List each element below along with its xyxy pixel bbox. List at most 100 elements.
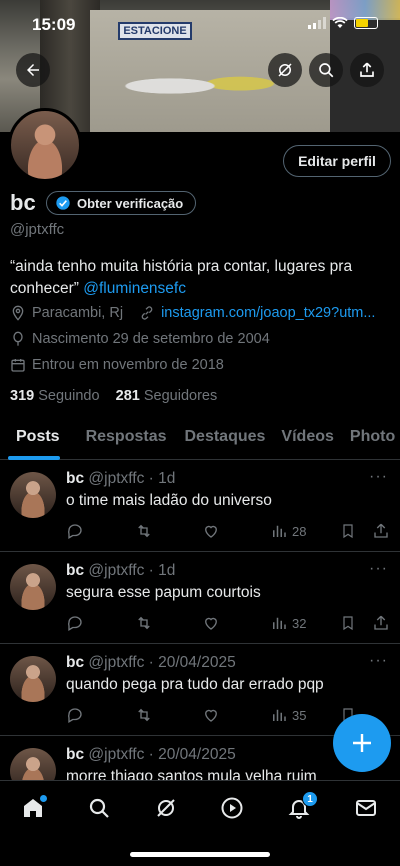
calendar-icon bbox=[11, 359, 25, 372]
repost-button[interactable] bbox=[134, 614, 154, 632]
repost-button[interactable] bbox=[134, 706, 154, 724]
heart-icon bbox=[205, 617, 217, 630]
heart-icon bbox=[205, 525, 217, 538]
post-item[interactable]: bc @jptxffc · 1d ··· segura esse papum c… bbox=[0, 552, 400, 644]
tab-videos[interactable]: Vídeos bbox=[273, 420, 341, 459]
share-post-button[interactable] bbox=[372, 522, 390, 540]
views-button[interactable]: 28 bbox=[270, 522, 306, 540]
views-count: 28 bbox=[292, 523, 307, 539]
analytics-icon bbox=[273, 525, 286, 537]
nav-grok[interactable] bbox=[149, 793, 183, 823]
profile-bio: “ainda tenho muita história pra contar, … bbox=[10, 256, 390, 300]
bookmark-icon bbox=[343, 616, 353, 631]
views-button[interactable]: 35 bbox=[270, 706, 306, 724]
play-icon bbox=[221, 797, 243, 819]
post-text: quando pega pra tudo dar errado pqp bbox=[66, 676, 324, 693]
share-post-button[interactable] bbox=[372, 614, 390, 632]
bio-mention-link[interactable]: @fluminensefc bbox=[83, 280, 186, 297]
reply-button[interactable] bbox=[66, 706, 84, 724]
grok-icon bbox=[278, 63, 292, 77]
tab-replies[interactable]: Respostas bbox=[78, 420, 175, 459]
post-author: bc bbox=[66, 470, 85, 487]
grok-button[interactable] bbox=[268, 53, 302, 87]
website-link[interactable]: instagram.com/joaop_tx29?utm... bbox=[161, 305, 375, 321]
post-avatar[interactable] bbox=[10, 656, 56, 702]
post-meta: @jptxffc · 1d bbox=[88, 562, 176, 579]
post-item[interactable]: bc @jptxffc · 1d ··· o time mais ladão d… bbox=[0, 460, 400, 552]
status-bar: 15:09 bbox=[0, 0, 400, 50]
tab-highlights[interactable]: Destaques bbox=[177, 420, 274, 459]
more-options-icon[interactable]: ··· bbox=[369, 560, 388, 578]
tab-photos[interactable]: Photo bbox=[342, 420, 400, 459]
following-link[interactable]: 319 Seguindo bbox=[10, 388, 100, 404]
post-header: bc @jptxffc · 1d bbox=[66, 562, 175, 580]
followers-count: 281 bbox=[115, 388, 140, 404]
nav-notifications[interactable]: 1 bbox=[282, 791, 318, 823]
get-verified-label: Obter verificação bbox=[77, 195, 184, 211]
post-meta: @jptxffc · 1d bbox=[88, 470, 176, 487]
follow-stats: 319 Seguindo 281 Seguidores bbox=[10, 388, 217, 404]
display-name: bc bbox=[10, 190, 36, 215]
more-options-icon[interactable]: ··· bbox=[369, 652, 388, 670]
joined-text: Entrou em novembro de 2018 bbox=[32, 357, 224, 373]
post-avatar[interactable] bbox=[10, 564, 56, 610]
joined-row: Entrou em novembro de 2018 bbox=[10, 357, 224, 373]
repost-icon bbox=[138, 616, 150, 630]
followers-label: Seguidores bbox=[143, 388, 218, 404]
verified-badge-icon bbox=[56, 196, 70, 210]
get-verified-button[interactable]: Obter verificação bbox=[46, 191, 197, 215]
following-label: Seguindo bbox=[38, 388, 100, 404]
post-meta: @jptxffc · 20/04/2025 bbox=[88, 746, 236, 763]
analytics-icon bbox=[273, 617, 286, 629]
like-button[interactable] bbox=[202, 614, 220, 632]
location-pin-icon bbox=[12, 305, 24, 321]
post-author: bc bbox=[66, 562, 85, 579]
more-options-icon[interactable]: ··· bbox=[369, 468, 388, 486]
post-author: bc bbox=[66, 746, 85, 763]
share-icon bbox=[360, 62, 374, 77]
profile-avatar[interactable] bbox=[8, 108, 82, 182]
back-button[interactable] bbox=[16, 53, 50, 87]
reply-button[interactable] bbox=[66, 614, 84, 632]
birth-text: Nascimento 29 de setembro de 2004 bbox=[32, 331, 270, 347]
notifications-badge: 1 bbox=[302, 791, 318, 807]
status-icons bbox=[308, 17, 378, 29]
reply-icon bbox=[67, 708, 82, 723]
post-header: bc @jptxffc · 1d bbox=[66, 470, 175, 488]
nav-messages[interactable] bbox=[349, 793, 383, 823]
edit-profile-button[interactable]: Editar perfil bbox=[283, 145, 391, 177]
nav-search[interactable] bbox=[82, 793, 116, 823]
like-button[interactable] bbox=[202, 522, 220, 540]
heart-icon bbox=[205, 709, 217, 722]
compose-post-button[interactable] bbox=[333, 714, 391, 772]
repost-button[interactable] bbox=[134, 522, 154, 540]
arrow-left-icon bbox=[27, 64, 39, 76]
bookmark-icon bbox=[343, 524, 353, 539]
tab-posts[interactable]: Posts bbox=[0, 420, 68, 460]
search-icon bbox=[319, 63, 334, 78]
link-icon bbox=[141, 306, 153, 320]
repost-icon bbox=[138, 524, 150, 538]
post-text: segura esse papum courtois bbox=[66, 584, 261, 601]
like-button[interactable] bbox=[202, 706, 220, 724]
post-avatar[interactable] bbox=[10, 472, 56, 518]
balloon-icon bbox=[13, 331, 23, 346]
home-unread-dot bbox=[40, 795, 47, 802]
search-button[interactable] bbox=[309, 53, 343, 87]
search-icon bbox=[89, 798, 109, 818]
nav-home[interactable] bbox=[16, 793, 50, 823]
analytics-icon bbox=[273, 709, 286, 721]
reply-button[interactable] bbox=[66, 522, 84, 540]
reply-icon bbox=[67, 616, 82, 631]
wifi-icon bbox=[332, 17, 348, 28]
status-time: 15:09 bbox=[32, 15, 76, 34]
nav-video[interactable] bbox=[215, 793, 249, 823]
share-profile-button[interactable] bbox=[350, 53, 384, 87]
followers-link[interactable]: 281 Seguidores bbox=[116, 388, 218, 404]
views-button[interactable]: 32 bbox=[270, 614, 306, 632]
share-icon bbox=[374, 523, 388, 538]
bookmark-button[interactable] bbox=[340, 522, 356, 540]
location-row: Paracambi, Rj instagram.com/joaop_tx29?u… bbox=[10, 305, 375, 321]
post-author: bc bbox=[66, 654, 85, 671]
bookmark-button[interactable] bbox=[340, 614, 356, 632]
